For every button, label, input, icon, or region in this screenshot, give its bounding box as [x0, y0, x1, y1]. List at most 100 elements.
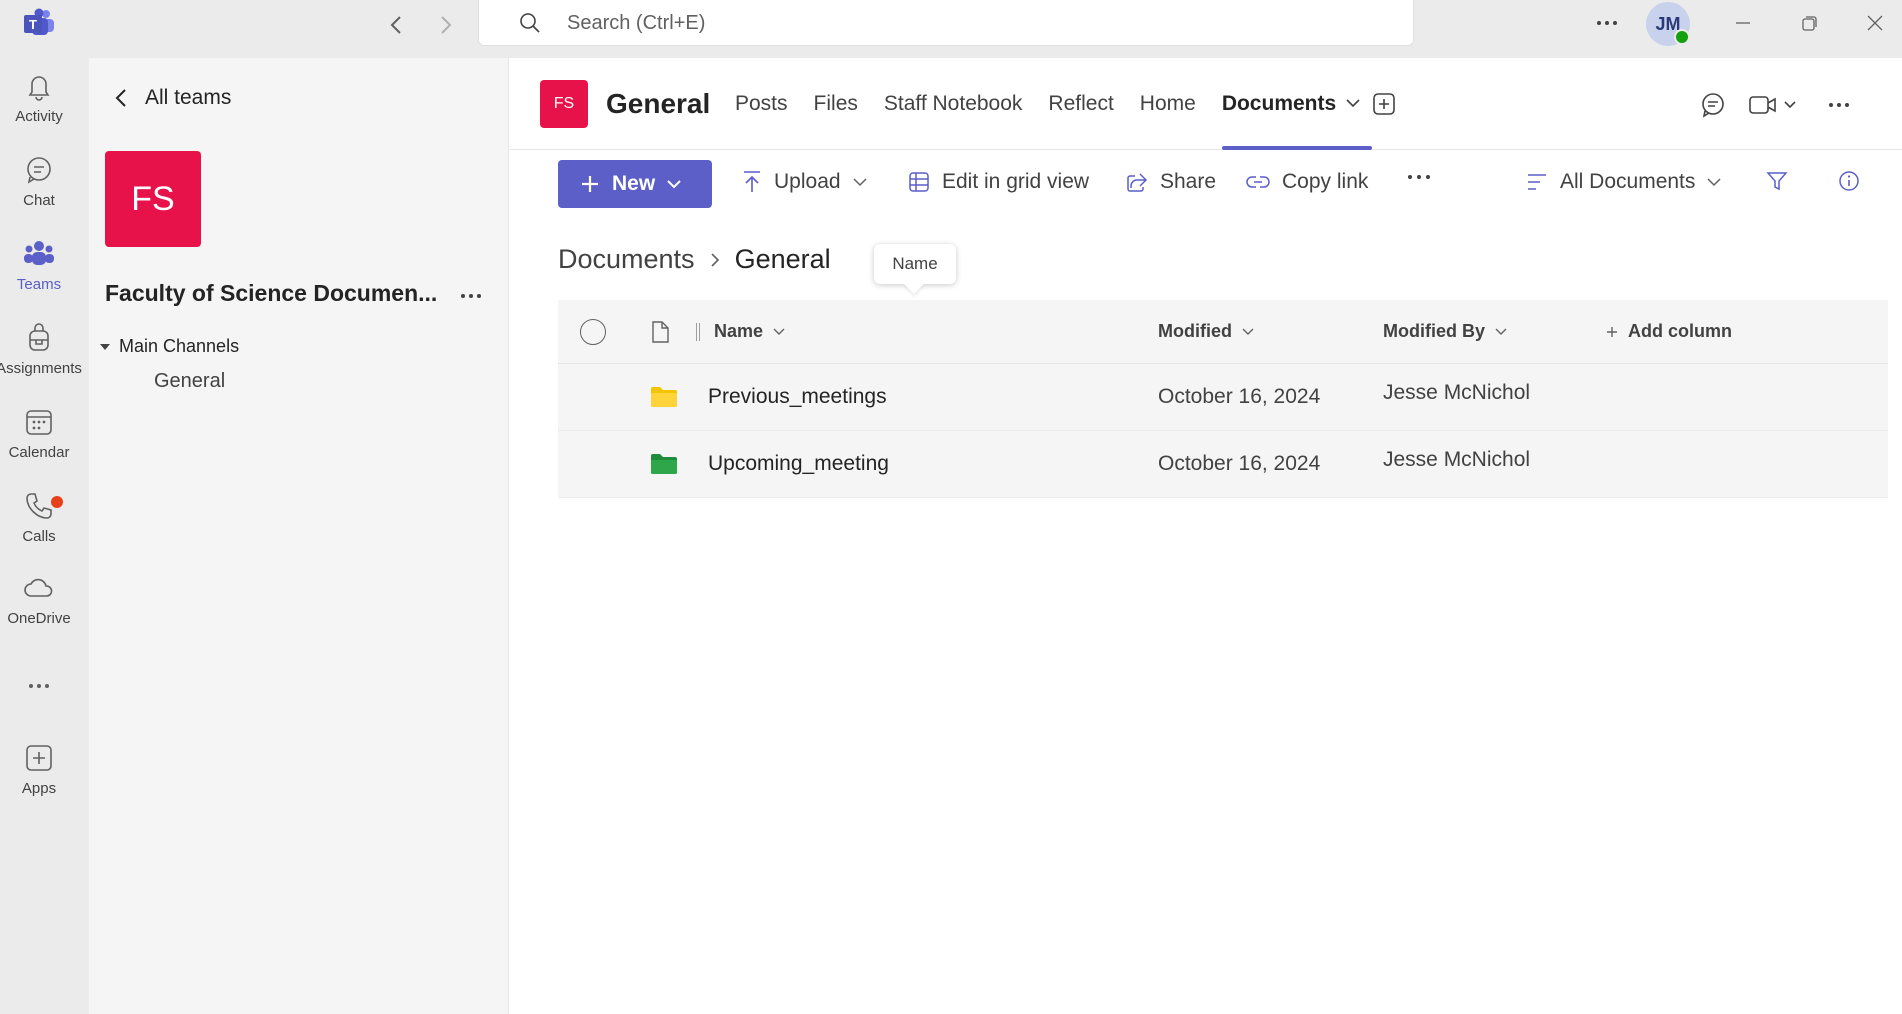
column-header-modified[interactable]: Modified: [1158, 300, 1254, 363]
calendar-icon: [23, 406, 55, 438]
upload-icon: [744, 171, 760, 192]
cloud-icon: [23, 572, 55, 604]
tab-files[interactable]: Files: [814, 92, 858, 150]
all-teams-link[interactable]: All teams: [115, 86, 231, 110]
documents-toolbar: New Upload Edit in grid view Share Copy …: [510, 150, 1902, 220]
video-call-icon[interactable]: [1748, 92, 1802, 118]
channel-header: FS General Posts Files Staff Notebook Re…: [510, 58, 1902, 150]
chevron-down-icon: [1707, 178, 1721, 187]
channels-header-label: Main Channels: [119, 336, 240, 356]
copy-link-button[interactable]: Copy link: [1246, 170, 1368, 194]
search-placeholder: Search (Ctrl+E): [567, 12, 706, 34]
modified-by[interactable]: Jesse McNichol: [1383, 360, 1530, 426]
close-icon[interactable]: [1860, 10, 1890, 36]
rail-item-calls[interactable]: Calls: [0, 490, 78, 562]
rail-item-calendar[interactable]: Calendar: [0, 406, 78, 478]
more-icon: [23, 670, 55, 702]
channel-more-icon[interactable]: [1826, 92, 1852, 118]
rail-item-teams[interactable]: Teams: [0, 238, 78, 310]
edit-grid-view-button[interactable]: Edit in grid view: [908, 170, 1089, 194]
table-row[interactable]: Upcoming_meeting October 16, 2024 Jesse …: [558, 431, 1888, 498]
rail-item-assignments[interactable]: Assignments: [0, 322, 82, 394]
tab-reflect[interactable]: Reflect: [1048, 92, 1113, 150]
select-all-checkbox[interactable]: [580, 300, 606, 363]
conversation-icon[interactable]: [1700, 92, 1726, 118]
column-name-label: Name: [714, 321, 764, 341]
back-arrow-icon[interactable]: [383, 12, 409, 38]
view-selector-label: All Documents: [1560, 170, 1696, 193]
chat-icon: [23, 154, 55, 186]
rail-label: Assignments: [0, 360, 82, 377]
tab-home[interactable]: Home: [1140, 92, 1196, 150]
column-header-modified-by[interactable]: Modified By: [1383, 300, 1507, 363]
tab-posts[interactable]: Posts: [735, 92, 788, 150]
channel-title: General: [606, 88, 711, 119]
search-icon: [519, 12, 541, 34]
chevron-down-icon: [773, 328, 785, 335]
new-button-label: New: [612, 172, 656, 195]
add-tab-icon[interactable]: [1372, 92, 1396, 116]
add-column-button[interactable]: Add column: [1606, 300, 1732, 363]
rail-item-onedrive[interactable]: OneDrive: [0, 572, 78, 644]
documents-table: Name Modified Modified By Add column Pre…: [558, 300, 1888, 498]
team-more-options-icon[interactable]: [459, 284, 483, 308]
team-name[interactable]: Faculty of Science Documen...: [105, 280, 445, 307]
app-rail: Activity Chat Teams Assignments Calendar…: [0, 58, 89, 1014]
modified-date: October 16, 2024: [1158, 385, 1321, 408]
tab-staff-notebook[interactable]: Staff Notebook: [884, 92, 1023, 150]
more-options-icon[interactable]: [1594, 10, 1620, 36]
file-name[interactable]: Upcoming_meeting: [708, 431, 889, 497]
rail-label: OneDrive: [7, 610, 71, 627]
add-app-icon: [23, 742, 55, 774]
upload-button[interactable]: Upload: [742, 170, 867, 194]
file-name[interactable]: Previous_meetings: [708, 364, 887, 430]
restore-icon[interactable]: [1795, 10, 1825, 36]
share-icon: [1127, 173, 1148, 192]
filter-icon[interactable]: [1766, 170, 1788, 192]
all-teams-label: All teams: [145, 86, 232, 109]
breadcrumb-documents[interactable]: Documents: [558, 244, 695, 275]
add-column-label: Add column: [1628, 321, 1732, 341]
modified-by[interactable]: Jesse McNichol: [1383, 427, 1530, 493]
chevron-down-icon: [1242, 328, 1254, 335]
search-input[interactable]: Search (Ctrl+E): [478, 0, 1414, 46]
rail-label: Calendar: [8, 444, 70, 461]
rail-label: Apps: [21, 780, 57, 797]
edit-grid-view-label: Edit in grid view: [942, 170, 1090, 193]
bell-icon: [23, 70, 55, 102]
toolbar-more-icon[interactable]: [1406, 172, 1432, 182]
forward-arrow-icon[interactable]: [433, 12, 459, 38]
file-type-column-icon[interactable]: [650, 300, 670, 363]
channel-item-general[interactable]: General: [154, 370, 225, 393]
folder-icon: [650, 364, 678, 430]
teams-logo-icon: T: [22, 8, 56, 38]
channel-avatar: FS: [540, 80, 588, 128]
column-resize-handle[interactable]: [696, 322, 700, 341]
share-button[interactable]: Share: [1126, 170, 1216, 194]
rail-item-chat[interactable]: Chat: [0, 154, 78, 226]
select-circle-icon: [580, 318, 606, 345]
rail-label: Activity: [15, 108, 63, 125]
title-bar: T Search (Ctrl+E) JM: [0, 0, 1902, 58]
new-button[interactable]: New: [558, 160, 712, 208]
view-selector[interactable]: All Documents: [1526, 170, 1721, 194]
grid-icon: [909, 172, 929, 192]
column-header-name[interactable]: Name: [696, 300, 785, 363]
share-label: Share: [1160, 170, 1217, 193]
main-channels-header[interactable]: Main Channels: [99, 336, 239, 357]
teams-icon: [23, 238, 55, 270]
copy-link-label: Copy link: [1282, 170, 1369, 193]
table-row[interactable]: Previous_meetings October 16, 2024 Jesse…: [558, 364, 1888, 431]
name-tooltip: Name: [874, 244, 956, 284]
rail-item-more[interactable]: [0, 670, 78, 710]
rail-label: Calls: [22, 528, 56, 545]
modified-date: October 16, 2024: [1158, 452, 1321, 475]
rail-item-apps[interactable]: Apps: [0, 742, 78, 814]
backpack-icon: [23, 322, 55, 354]
presence-available-icon: [1674, 29, 1690, 45]
tab-documents[interactable]: Documents: [1221, 92, 1373, 150]
minimize-icon[interactable]: [1728, 10, 1758, 36]
back-chevron-icon: [115, 89, 126, 107]
info-icon[interactable]: [1838, 170, 1860, 192]
rail-item-activity[interactable]: Activity: [0, 70, 78, 142]
